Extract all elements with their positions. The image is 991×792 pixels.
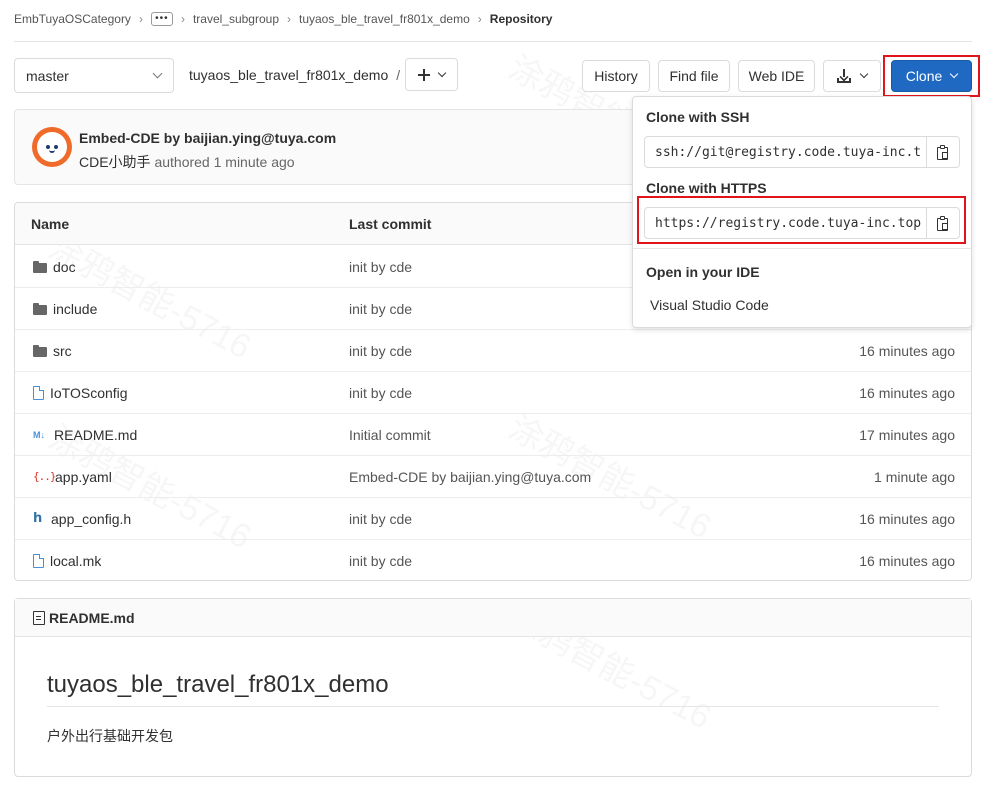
file-name[interactable]: IoTOSconfig: [50, 385, 128, 401]
readme-title: tuyaos_ble_travel_fr801x_demo: [47, 671, 389, 698]
column-header-name: Name: [31, 216, 70, 232]
download-icon: [837, 69, 851, 83]
avatar[interactable]: [32, 127, 72, 167]
chevron-down-icon: [950, 69, 959, 79]
add-to-tree-button[interactable]: [405, 58, 458, 91]
readme-header: README.md: [15, 599, 971, 637]
table-row[interactable]: h app_config.h init by cde 16 minutes ago: [15, 498, 971, 540]
commit-message[interactable]: init by cde: [349, 553, 412, 569]
clone-button-label: Clone: [905, 68, 943, 84]
file-icon: [33, 386, 44, 400]
file-name[interactable]: app.yaml: [55, 469, 112, 485]
breadcrumb-separator: ›: [477, 12, 482, 26]
open-in-ide-label: Open in your IDE: [646, 264, 760, 280]
yaml-icon: {..}: [33, 470, 57, 483]
file-name[interactable]: local.mk: [50, 553, 101, 569]
file-name[interactable]: include: [53, 301, 97, 317]
commit-meta: CDE小助手 authored 1 minute ago: [79, 152, 295, 172]
branch-name: master: [26, 67, 69, 84]
commit-time: 16 minutes ago: [859, 385, 955, 401]
table-row[interactable]: {..} app.yaml Embed-CDE by baijian.ying@t…: [15, 456, 971, 498]
commit-time: authored 1 minute ago: [154, 154, 295, 170]
breadcrumb-separator: ›: [138, 12, 143, 26]
readme-description: 户外出行基础开发包: [47, 728, 173, 744]
divider: [633, 248, 971, 249]
last-commit-panel: Embed-CDE by baijian.ying@tuya.com CDE小助…: [14, 109, 634, 185]
download-button[interactable]: [823, 60, 881, 92]
commit-author[interactable]: CDE小助手: [79, 154, 151, 170]
commit-time: 1 minute ago: [874, 469, 955, 485]
ssh-url-field[interactable]: ssh://git@registry.code.tuya-inc.t: [644, 136, 927, 168]
commit-time: 16 minutes ago: [859, 553, 955, 569]
commit-time: 16 minutes ago: [859, 343, 955, 359]
commit-message[interactable]: init by cde: [349, 511, 412, 527]
web-ide-button[interactable]: Web IDE: [738, 60, 815, 92]
divider: [47, 706, 939, 707]
file-name[interactable]: app_config.h: [51, 511, 131, 527]
commit-time: 17 minutes ago: [859, 427, 955, 443]
find-file-button[interactable]: Find file: [658, 60, 730, 92]
file-name[interactable]: doc: [53, 259, 76, 275]
table-row[interactable]: local.mk init by cde 16 minutes ago: [15, 540, 971, 580]
commit-message[interactable]: init by cde: [349, 301, 412, 317]
breadcrumb-more-button[interactable]: •••: [150, 12, 173, 26]
history-button[interactable]: History: [582, 60, 650, 92]
folder-icon: [33, 302, 47, 316]
commit-time: 16 minutes ago: [859, 511, 955, 527]
breadcrumb-project[interactable]: tuyaos_ble_travel_fr801x_demo: [299, 12, 470, 26]
open-in-vscode-item[interactable]: Visual Studio Code: [650, 297, 769, 313]
table-row[interactable]: src init by cde 16 minutes ago: [15, 330, 971, 372]
commit-message[interactable]: init by cde: [349, 259, 412, 275]
project-path: tuyaos_ble_travel_fr801x_demo /: [189, 67, 400, 83]
file-name[interactable]: README.md: [54, 427, 137, 443]
header-file-icon: h: [33, 511, 43, 526]
breadcrumb: EmbTuyaOSCategory › ••• › travel_subgrou…: [14, 8, 552, 30]
breadcrumb-group[interactable]: EmbTuyaOSCategory: [14, 12, 131, 26]
breadcrumb-subgroup[interactable]: travel_subgroup: [193, 12, 279, 26]
path-separator: /: [396, 67, 401, 83]
https-field-highlight: [637, 196, 966, 244]
file-icon: [33, 554, 44, 568]
commit-message[interactable]: Initial commit: [349, 427, 431, 443]
folder-icon: [33, 260, 47, 274]
commit-message[interactable]: init by cde: [349, 385, 412, 401]
chevron-down-icon: [859, 69, 869, 79]
project-path-link[interactable]: tuyaos_ble_travel_fr801x_demo: [189, 67, 388, 83]
commit-message[interactable]: init by cde: [349, 343, 412, 359]
table-row[interactable]: IoTOSconfig init by cde 16 minutes ago: [15, 372, 971, 414]
readme-panel: README.md tuyaos_ble_travel_fr801x_demo …: [14, 598, 972, 777]
plus-icon: [418, 68, 430, 81]
readme-filename[interactable]: README.md: [49, 610, 135, 626]
breadcrumb-separator: ›: [287, 12, 291, 26]
commit-message[interactable]: Embed-CDE by baijian.ying@tuya.com: [349, 469, 591, 485]
breadcrumb-separator: ›: [180, 12, 185, 26]
clone-https-label: Clone with HTTPS: [646, 180, 767, 196]
chevron-down-icon: [437, 68, 447, 77]
clone-button[interactable]: Clone: [891, 60, 972, 92]
chevron-down-icon: [152, 68, 163, 79]
document-icon: [33, 610, 45, 625]
divider: [14, 41, 972, 42]
clipboard-icon: [937, 144, 949, 160]
file-name[interactable]: src: [53, 343, 72, 359]
breadcrumb-current[interactable]: Repository: [490, 12, 553, 26]
folder-icon: [33, 344, 47, 358]
branch-selector[interactable]: master: [14, 58, 174, 93]
table-row[interactable]: M↓ README.md Initial commit 17 minutes ag…: [15, 414, 971, 456]
column-header-last-commit: Last commit: [349, 216, 432, 232]
commit-title[interactable]: Embed-CDE by baijian.ying@tuya.com: [79, 130, 336, 146]
markdown-icon: M↓: [33, 430, 45, 440]
clone-ssh-label: Clone with SSH: [646, 109, 750, 125]
copy-ssh-button[interactable]: [927, 136, 960, 168]
